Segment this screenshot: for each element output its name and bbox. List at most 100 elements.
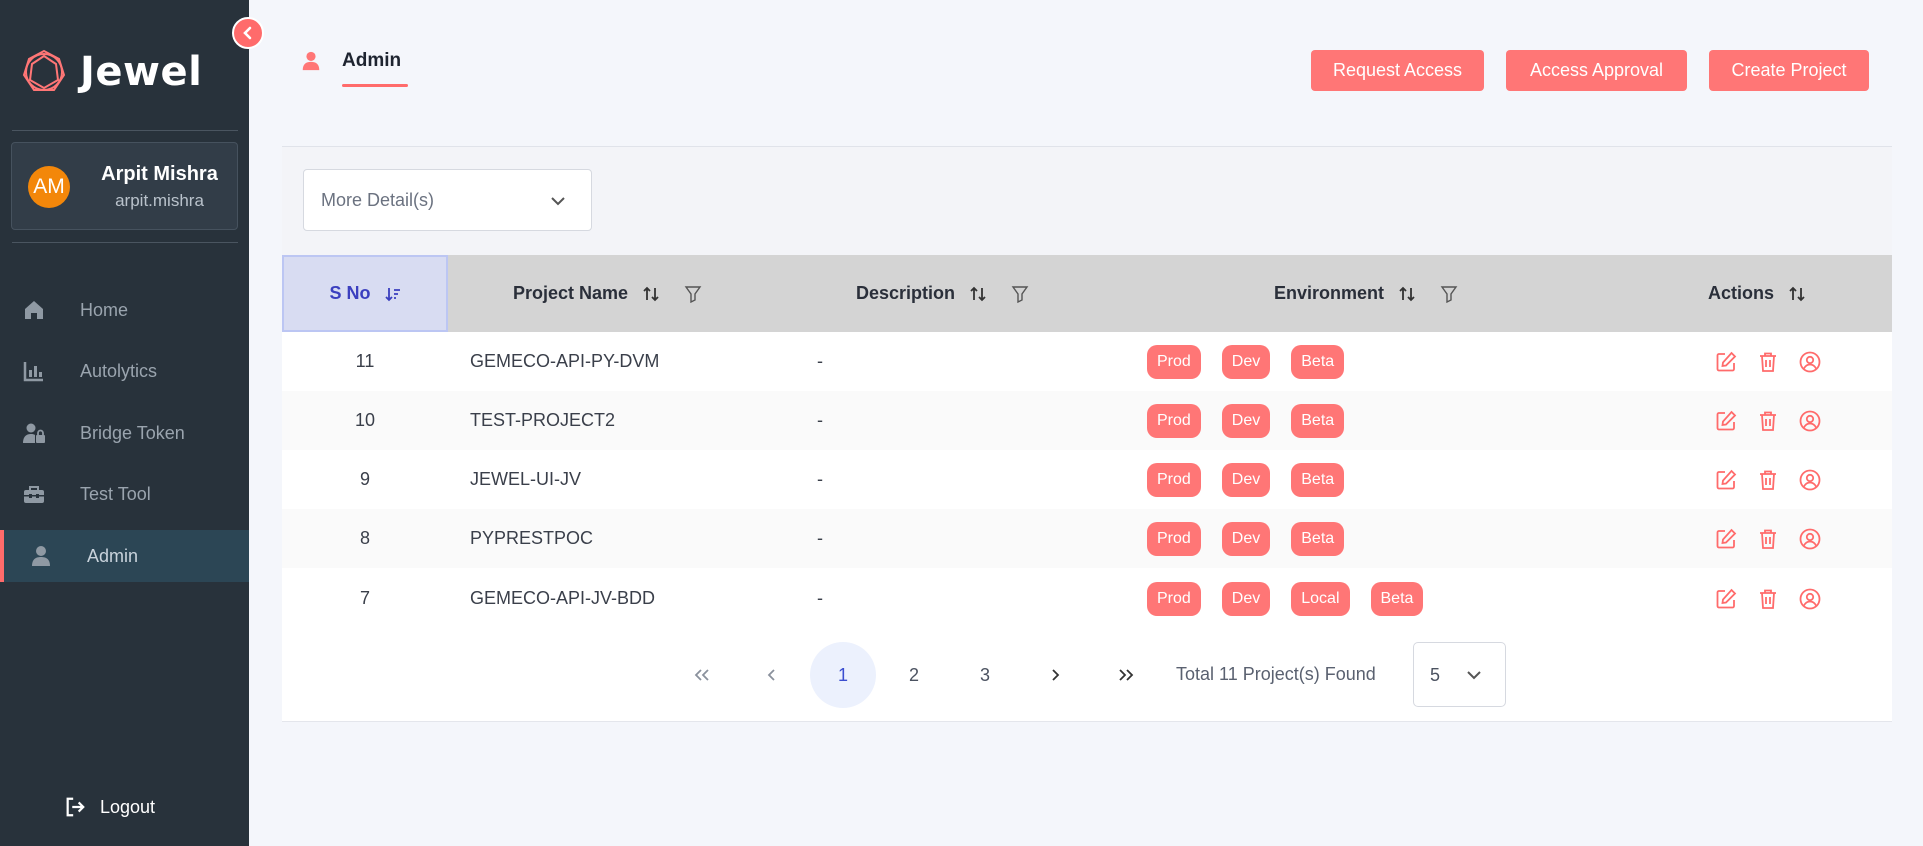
- user-circle-icon[interactable]: [1798, 527, 1822, 551]
- sort-icon[interactable]: [1788, 285, 1806, 303]
- request-access-button[interactable]: Request Access: [1311, 50, 1484, 91]
- cell-actions: [1714, 391, 1840, 450]
- cell-project-name: JEWEL-UI-JV: [470, 469, 582, 489]
- cell-project-name: PYPRESTPOC: [470, 528, 594, 548]
- logout-button[interactable]: Logout: [64, 796, 155, 818]
- sort-desc-icon[interactable]: [384, 286, 401, 302]
- env-badge-prod[interactable]: Prod: [1147, 581, 1201, 616]
- page-button-2[interactable]: 2: [881, 642, 947, 708]
- edit-icon[interactable]: [1714, 587, 1738, 611]
- home-icon: [22, 298, 46, 322]
- column-header-actions[interactable]: Actions: [1708, 255, 1806, 332]
- logout-icon: [66, 797, 85, 817]
- tab-admin[interactable]: Admin: [300, 50, 401, 72]
- edit-icon[interactable]: [1714, 527, 1738, 551]
- env-badge-dev[interactable]: Dev: [1221, 581, 1271, 616]
- chevron-left-icon: [243, 26, 252, 40]
- access-approval-button[interactable]: Access Approval: [1506, 50, 1687, 91]
- more-details-dropdown[interactable]: More Detail(s): [303, 169, 592, 231]
- trash-icon[interactable]: [1756, 409, 1780, 433]
- cell-sno: 7: [359, 588, 370, 608]
- cell-environment: Prod Dev Beta: [1147, 509, 1365, 568]
- env-badge-local[interactable]: Local: [1291, 581, 1350, 616]
- sidebar-item-admin[interactable]: Admin: [0, 530, 249, 582]
- page-button-1[interactable]: 1: [810, 642, 876, 708]
- env-badge-dev[interactable]: Dev: [1221, 344, 1271, 379]
- page-size-value: 5: [1430, 665, 1441, 685]
- user-handle: arpit.mishra: [115, 191, 204, 210]
- column-header-label: S No: [329, 283, 371, 303]
- sidebar-item-test-tool[interactable]: Test Tool: [0, 468, 249, 520]
- trash-icon[interactable]: [1756, 350, 1780, 374]
- sidebar-item-autolytics[interactable]: Autolytics: [0, 345, 249, 397]
- cell-environment: Prod Dev Local Beta: [1147, 569, 1444, 628]
- page-button-3[interactable]: 3: [952, 642, 1018, 708]
- page-size-select[interactable]: 5: [1413, 642, 1506, 707]
- sort-icon[interactable]: [969, 285, 987, 303]
- cell-environment: Prod Dev Beta: [1147, 450, 1365, 509]
- prev-page-button[interactable]: [739, 642, 805, 708]
- env-badge-dev[interactable]: Dev: [1221, 403, 1271, 438]
- env-badge-beta[interactable]: Beta: [1291, 344, 1345, 379]
- trash-icon[interactable]: [1756, 468, 1780, 492]
- cell-actions: [1714, 450, 1840, 509]
- column-header-label: Environment: [1274, 283, 1385, 303]
- column-header-description[interactable]: Description: [856, 255, 1029, 332]
- env-badge-prod[interactable]: Prod: [1147, 521, 1201, 556]
- env-badge-beta[interactable]: Beta: [1370, 581, 1424, 616]
- env-badge-beta[interactable]: Beta: [1291, 462, 1345, 497]
- double-chevron-left-icon: [694, 669, 709, 681]
- logout-label: Logout: [100, 796, 156, 817]
- column-header-sno[interactable]: S No: [282, 255, 448, 332]
- more-details-label: More Detail(s): [321, 189, 435, 210]
- cell-sno: 9: [359, 469, 370, 489]
- user-name: Arpit Mishra: [101, 163, 218, 185]
- next-page-button[interactable]: [1022, 642, 1088, 708]
- trash-icon[interactable]: [1756, 587, 1780, 611]
- sort-icon[interactable]: [1398, 285, 1416, 303]
- sidebar-item-home[interactable]: Home: [0, 284, 249, 336]
- cell-description: -: [817, 588, 823, 608]
- filter-icon[interactable]: [1440, 285, 1458, 303]
- column-header-label: Actions: [1708, 283, 1775, 303]
- sidebar-divider: [12, 130, 238, 131]
- total-count-text: Total 11 Project(s) Found: [1176, 664, 1376, 684]
- chevron-down-icon: [1465, 666, 1483, 689]
- env-badge-prod[interactable]: Prod: [1147, 462, 1201, 497]
- cell-description: -: [817, 351, 823, 371]
- sort-icon[interactable]: [642, 285, 660, 303]
- cell-description: -: [817, 469, 823, 489]
- filter-icon[interactable]: [1011, 285, 1029, 303]
- env-badge-dev[interactable]: Dev: [1221, 521, 1271, 556]
- column-header-label: Description: [856, 283, 956, 303]
- user-card: AM Arpit Mishra arpit.mishra: [11, 142, 238, 230]
- cell-sno: 11: [355, 351, 375, 371]
- edit-icon[interactable]: [1714, 468, 1738, 492]
- last-page-button[interactable]: [1093, 642, 1159, 708]
- sidebar-item-bridge-token[interactable]: Bridge Token: [0, 407, 249, 459]
- user-circle-icon[interactable]: [1798, 587, 1822, 611]
- env-badge-beta[interactable]: Beta: [1291, 403, 1345, 438]
- trash-icon[interactable]: [1756, 527, 1780, 551]
- sidebar-collapse-button[interactable]: [232, 17, 264, 49]
- column-header-project-name[interactable]: Project Name: [513, 255, 702, 332]
- cell-description: -: [817, 528, 823, 548]
- create-project-button[interactable]: Create Project: [1709, 50, 1869, 91]
- column-header-label: Project Name: [513, 283, 629, 303]
- user-circle-icon[interactable]: [1798, 409, 1822, 433]
- env-badge-prod[interactable]: Prod: [1147, 403, 1201, 438]
- column-header-environment[interactable]: Environment: [1274, 255, 1458, 332]
- cell-description: -: [817, 410, 823, 430]
- cell-project-name: TEST-PROJECT2: [470, 410, 616, 430]
- sidebar-item-label: Autolytics: [80, 361, 158, 381]
- env-badge-prod[interactable]: Prod: [1147, 344, 1201, 379]
- user-circle-icon[interactable]: [1798, 350, 1822, 374]
- env-badge-dev[interactable]: Dev: [1221, 462, 1271, 497]
- edit-icon[interactable]: [1714, 350, 1738, 374]
- filter-icon[interactable]: [684, 285, 702, 303]
- edit-icon[interactable]: [1714, 409, 1738, 433]
- first-page-button[interactable]: [669, 642, 735, 708]
- env-badge-beta[interactable]: Beta: [1291, 521, 1345, 556]
- user-circle-icon[interactable]: [1798, 468, 1822, 492]
- brand-name: Jewel: [80, 49, 203, 95]
